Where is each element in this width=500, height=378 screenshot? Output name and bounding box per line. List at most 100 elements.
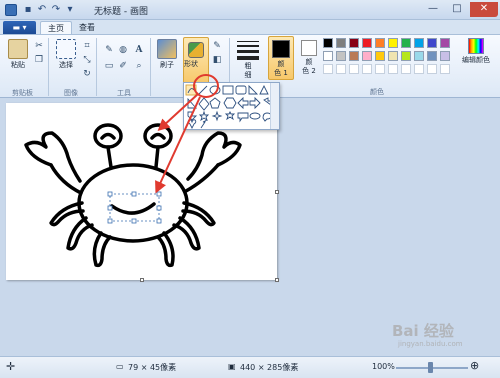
cut-icon[interactable]: ✂ — [34, 41, 44, 51]
fill-bucket-icon[interactable]: ◍ — [118, 45, 128, 55]
palette-color-swatch[interactable] — [349, 51, 359, 61]
pencil-icon[interactable]: ✎ — [104, 45, 114, 55]
palette-color-swatch[interactable] — [349, 38, 359, 48]
title-bar: ▪ ↶ ↷ ▾ 无标题 - 画图 — □ ✕ — [0, 0, 500, 20]
divider — [96, 38, 97, 96]
save-icon[interactable]: ▪ — [22, 4, 34, 16]
palette-color-swatch[interactable] — [362, 38, 372, 48]
copy-icon[interactable]: ❐ — [34, 55, 44, 65]
zoom-level: 100% — [372, 362, 395, 371]
zoom-in-icon[interactable]: ⊕ — [470, 359, 479, 372]
color-picker-icon[interactable]: ✐ — [118, 61, 128, 71]
palette-color-swatch[interactable] — [323, 64, 333, 74]
baidu-watermark: Bai 经验 — [392, 322, 454, 340]
colors-group-label: 颜色 — [370, 88, 384, 96]
color1-label-line2: 色 1 — [274, 69, 288, 77]
palette-color-swatch[interactable] — [401, 38, 411, 48]
palette-color-swatch[interactable] — [414, 38, 424, 48]
palette-color-swatch[interactable] — [375, 51, 385, 61]
palette-color-swatch[interactable] — [427, 64, 437, 74]
outline-icon[interactable]: ✎ — [212, 41, 222, 51]
close-button[interactable]: ✕ — [470, 2, 498, 17]
palette-color-swatch[interactable] — [375, 64, 385, 74]
brush-icon — [157, 39, 177, 59]
palette-color-swatch[interactable] — [323, 51, 333, 61]
palette-color-swatch[interactable] — [427, 38, 437, 48]
paste-label: 粘贴 — [11, 61, 25, 69]
palette-color-swatch[interactable] — [388, 51, 398, 61]
cursor-position-icon: ✛ — [6, 360, 16, 373]
rotate-icon[interactable]: ↻ — [82, 69, 92, 79]
palette-color-swatch[interactable] — [440, 38, 450, 48]
paste-button[interactable]: 粘贴 — [6, 39, 30, 70]
redo-icon[interactable]: ↷ — [50, 4, 62, 16]
tab-view[interactable]: 查看 — [72, 21, 102, 34]
canvas-resize-handle-bottom[interactable] — [140, 278, 144, 282]
select-label: 选择 — [59, 61, 73, 69]
palette-color-swatch[interactable] — [388, 38, 398, 48]
selection-size-icon: ▭ — [116, 362, 124, 371]
gallery-scrollbar[interactable] — [270, 83, 279, 129]
window-title: 无标题 - 画图 — [94, 7, 148, 17]
color1-button[interactable]: 颜 色 1 — [268, 36, 294, 80]
palette-color-swatch[interactable] — [323, 38, 333, 48]
text-tool-icon[interactable]: A — [134, 45, 144, 55]
image-group-label: 图像 — [64, 89, 78, 97]
color1-swatch — [272, 40, 290, 58]
line-size-icon — [237, 41, 259, 60]
resize-icon[interactable]: ⤡ — [82, 55, 92, 65]
maximize-button[interactable]: □ — [446, 2, 468, 17]
watermark-url: jingyan.baidu.com — [398, 340, 463, 348]
eraser-icon[interactable]: ▭ — [104, 61, 114, 71]
select-button[interactable]: 选择 — [54, 39, 78, 70]
selection-size: 79 × 45像素 — [128, 363, 177, 372]
image-size: 440 × 285像素 — [240, 363, 299, 372]
palette-color-swatch[interactable] — [388, 64, 398, 74]
palette-color-swatch[interactable] — [336, 64, 346, 74]
zoom-slider-thumb[interactable] — [428, 362, 433, 373]
color2-label-line2: 色 2 — [302, 67, 316, 75]
undo-icon[interactable]: ↶ — [36, 4, 48, 16]
tab-home[interactable]: 主页 — [40, 21, 72, 34]
palette-color-swatch[interactable] — [414, 51, 424, 61]
palette-color-swatch[interactable] — [336, 51, 346, 61]
shapes-gallery[interactable] — [183, 82, 280, 130]
fill-icon[interactable]: ◧ — [212, 55, 222, 65]
brushes-button[interactable]: 刷子 — [155, 39, 179, 70]
minimize-button[interactable]: — — [422, 2, 444, 17]
palette-color-swatch[interactable] — [414, 64, 424, 74]
palette-color-swatch[interactable] — [349, 64, 359, 74]
crop-icon[interactable]: ⌗ — [82, 41, 92, 51]
palette-color-swatch[interactable] — [440, 51, 450, 61]
customize-icon[interactable]: ▾ — [64, 4, 76, 16]
color2-label-line1: 颜 — [305, 58, 313, 66]
canvas-resize-handle-right[interactable] — [275, 190, 279, 194]
color1-label-line1: 颜 — [277, 60, 285, 68]
shapes-icon — [188, 42, 204, 58]
ribbon-tabs: ▬ ▾ 主页 查看 — [0, 20, 500, 34]
magnifier-icon[interactable]: ⌕ — [134, 61, 144, 71]
palette-color-swatch[interactable] — [375, 38, 385, 48]
paint-app-icon[interactable] — [5, 4, 17, 16]
divider — [150, 38, 151, 96]
canvas-resize-handle-corner[interactable] — [275, 278, 279, 282]
divider — [48, 38, 49, 96]
size-label-top: 粗 — [244, 62, 252, 70]
palette-color-swatch[interactable] — [362, 51, 372, 61]
palette-color-swatch[interactable] — [401, 51, 411, 61]
palette-color-swatch[interactable] — [362, 64, 372, 74]
edit-colors-button[interactable]: 编辑颜色 — [458, 36, 494, 65]
tools-group-label: 工具 — [117, 89, 131, 97]
palette-color-swatch[interactable] — [440, 64, 450, 74]
select-rectangle-icon — [56, 39, 76, 59]
size-button[interactable]: 粗 细 — [234, 39, 262, 80]
canvas-workspace — [0, 98, 500, 356]
palette-color-swatch[interactable] — [401, 64, 411, 74]
shapes-button[interactable]: 形状 — [183, 37, 209, 85]
edit-colors-label: 编辑颜色 — [462, 56, 490, 64]
palette-color-swatch[interactable] — [427, 51, 437, 61]
paint-menu-button[interactable]: ▬ ▾ — [3, 21, 36, 34]
palette-color-swatch[interactable] — [336, 38, 346, 48]
status-bar: ✛ ▭ 79 × 45像素 ▣ 440 × 285像素 100% ⊕ — [0, 356, 500, 378]
color2-button[interactable]: 颜 色 2 — [297, 36, 321, 80]
